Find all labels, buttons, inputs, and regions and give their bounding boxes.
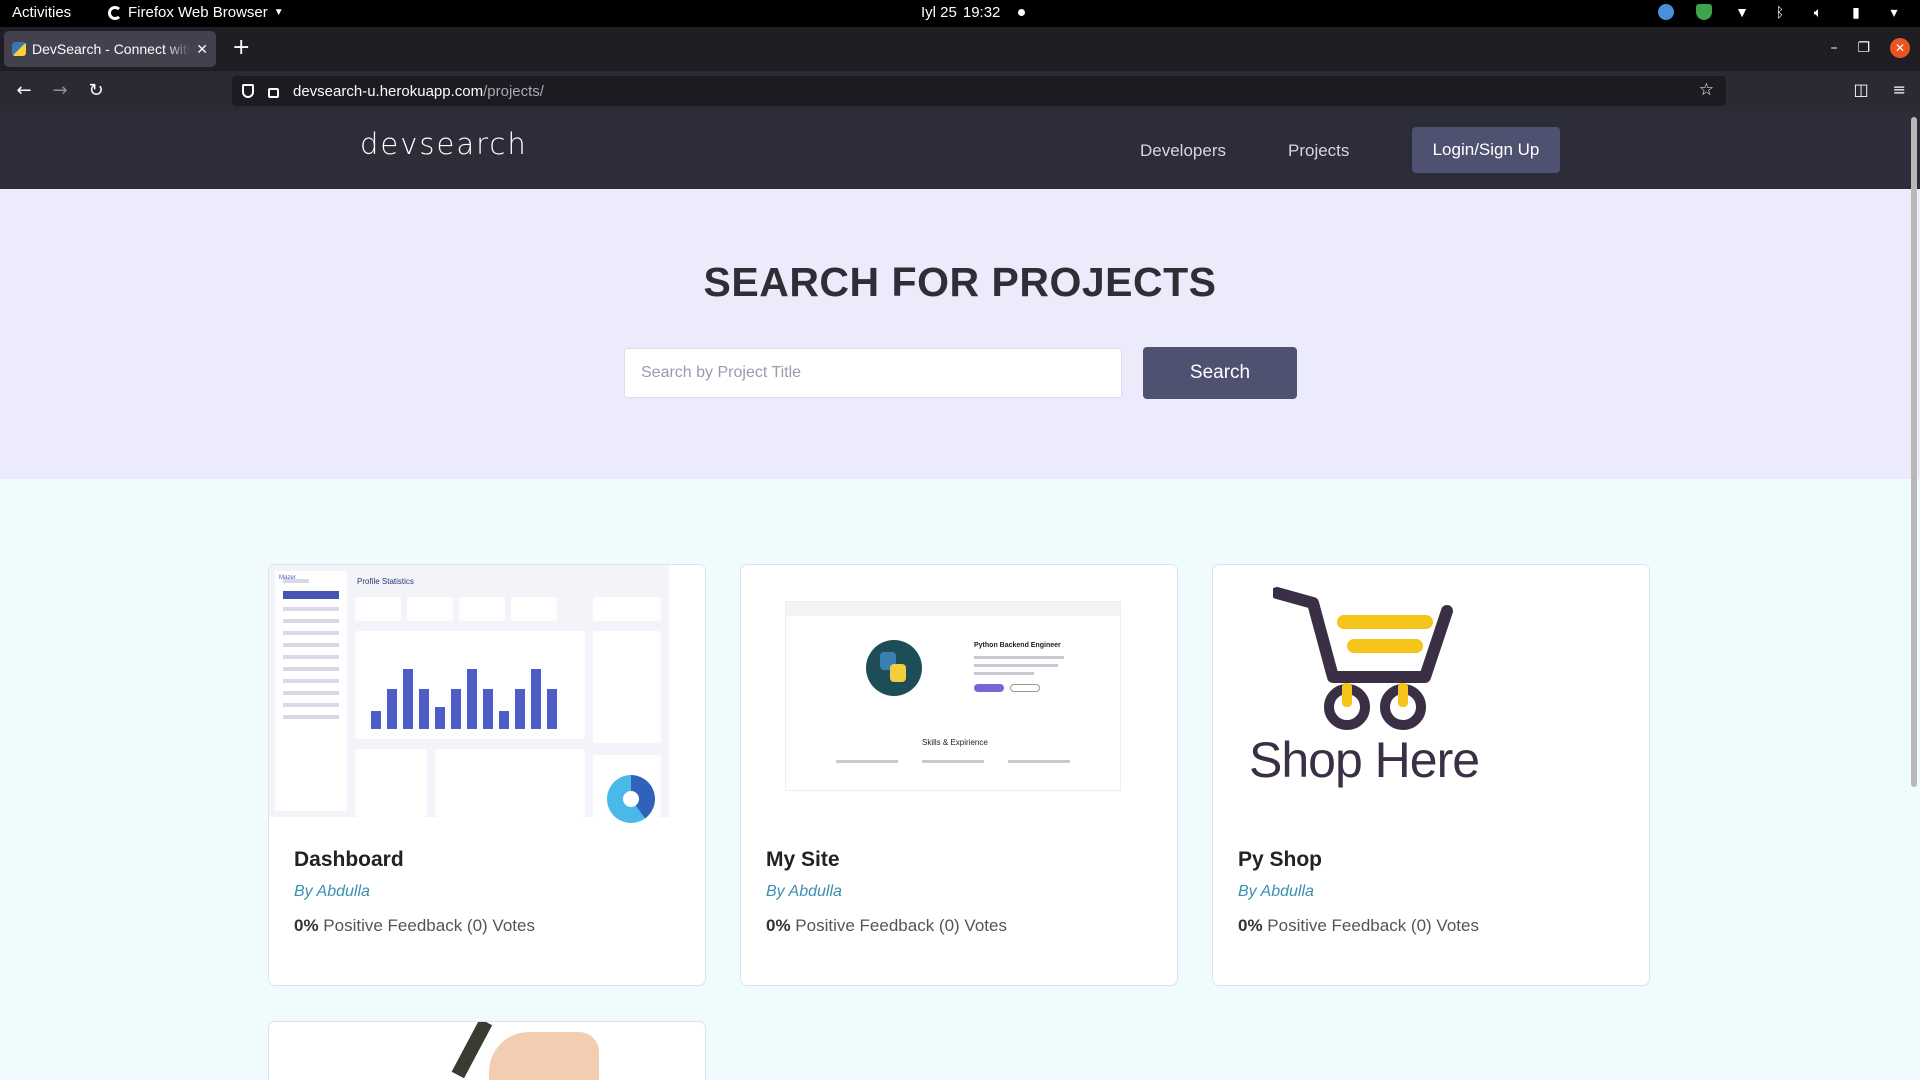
tracking-shield-icon[interactable] [242, 84, 254, 98]
shopping-cart-icon [1273, 587, 1453, 730]
project-feedback: 0% Positive Feedback (0) Votes [1238, 916, 1479, 936]
chevron-down-icon[interactable]: ▾ [1886, 4, 1902, 20]
nav-developers-link[interactable]: Developers [1140, 141, 1226, 161]
project-author[interactable]: By Abdulla [294, 883, 370, 901]
dashboard-preview-image: Profile Statistics Mazer [269, 565, 669, 823]
donut-chart-preview [607, 775, 655, 823]
shop-logo-text: Shop Here [1249, 732, 1480, 788]
project-card[interactable]: Shop Here Py Shop By Abdulla 0% Positive… [1212, 564, 1650, 986]
firefox-icon [108, 5, 122, 20]
tab-strip: DevSearch - Connect with Developers ✕ + … [0, 27, 1920, 71]
title-bold: PROJECTS [991, 259, 1217, 305]
minimize-icon[interactable]: – [1830, 40, 1837, 56]
python-favicon-icon [12, 42, 26, 56]
project-thumbnail[interactable]: Profile Statistics Mazer [269, 565, 705, 823]
window-controls: – ❐ ✕ [1830, 38, 1910, 58]
bluetooth-icon[interactable]: ᛒ [1772, 4, 1788, 20]
activities-button[interactable]: Activities [12, 4, 71, 21]
app-menu[interactable]: Firefox Web Browser ▼ [108, 4, 284, 21]
site-logo[interactable]: devsearch [360, 127, 528, 161]
project-feedback: 0% Positive Feedback (0) Votes [766, 916, 1007, 936]
notification-dot [1018, 9, 1026, 16]
wifi-icon[interactable]: ▼ [1734, 4, 1750, 20]
system-tray[interactable]: ▼ ᛒ 🔈︎ ▮ ▾ [1658, 4, 1902, 20]
pocket-icon[interactable]: ◫ [1853, 80, 1868, 99]
globe-icon[interactable] [1658, 4, 1674, 20]
project-thumbnail[interactable]: Shop Here [1213, 565, 1649, 817]
project-author[interactable]: By Abdulla [1238, 883, 1314, 901]
system-top-bar: Activities Firefox Web Browser ▼ Iyl 25 … [0, 0, 1920, 27]
date-label: Iyl 25 [921, 4, 957, 21]
dash-title: Profile Statistics [357, 577, 414, 586]
app-name: Firefox Web Browser [128, 4, 268, 21]
url-bar[interactable]: devsearch-u.herokuapp.com/projects/ ☆ [232, 76, 1726, 106]
page-title: SEARCH FOR PROJECTS [0, 259, 1920, 306]
feedback-text: Positive Feedback (0) Votes [1262, 916, 1479, 935]
project-card[interactable] [268, 1021, 706, 1080]
project-feedback: 0% Positive Feedback (0) Votes [294, 916, 535, 936]
page-scrollbar[interactable] [1911, 117, 1917, 787]
nav-projects-link[interactable]: Projects [1288, 141, 1349, 161]
feedback-percent: 0% [766, 916, 791, 935]
tab-title: DevSearch - Connect with Developers [32, 41, 190, 57]
page-viewport: devsearch Developers Projects Login/Sign… [0, 111, 1920, 1080]
site-heading: Python Backend Engineer [974, 642, 1061, 649]
window-close-button[interactable]: ✕ [1890, 38, 1910, 58]
url-host: devsearch-u.herokuapp.com [293, 82, 484, 100]
feedback-text: Positive Feedback (0) Votes [318, 916, 535, 935]
project-card[interactable]: Profile Statistics Mazer Dashboard By Ab… [268, 564, 706, 986]
battery-icon[interactable]: ▮ [1848, 4, 1864, 20]
browser-tab[interactable]: DevSearch - Connect with Developers ✕ [4, 31, 216, 67]
feedback-percent: 0% [1238, 916, 1263, 935]
close-icon[interactable]: ✕ [196, 41, 208, 58]
chevron-down-icon: ▼ [273, 7, 284, 18]
bar-chart-preview [355, 631, 585, 739]
clock[interactable]: Iyl 25 19:32 [921, 4, 1026, 21]
project-card[interactable]: Python Backend Engineer Skills & Expirie… [740, 564, 1178, 986]
lock-icon[interactable] [268, 88, 279, 98]
login-signup-button[interactable]: Login/Sign Up [1412, 127, 1560, 173]
project-author[interactable]: By Abdulla [766, 883, 842, 901]
pen-image [451, 1022, 493, 1079]
dash-brand: Mazer [279, 575, 296, 581]
back-button[interactable]: ← [12, 79, 36, 103]
hand-photo-image [489, 1032, 599, 1080]
shield-icon[interactable] [1696, 4, 1712, 20]
feedback-text: Positive Feedback (0) Votes [790, 916, 1007, 935]
project-title[interactable]: My Site [766, 848, 840, 872]
reload-button[interactable]: ↻ [84, 79, 108, 103]
browser-toolbar: ← → ↻ devsearch-u.herokuapp.com/projects… [0, 71, 1920, 111]
menu-icon[interactable]: ≡ [1893, 80, 1906, 99]
volume-icon[interactable]: 🔈︎ [1810, 4, 1826, 20]
project-thumbnail[interactable]: Python Backend Engineer Skills & Expirie… [741, 565, 1177, 817]
project-title[interactable]: Py Shop [1238, 848, 1322, 872]
search-input[interactable] [624, 348, 1122, 398]
project-title[interactable]: Dashboard [294, 848, 404, 872]
site-skills: Skills & Expirience [922, 738, 988, 747]
new-tab-button[interactable]: + [232, 36, 250, 60]
hero-section: SEARCH FOR PROJECTS Search [0, 189, 1920, 479]
title-prefix: SEARCH FOR [703, 259, 992, 305]
toolbar-right: ◫ ≡ [1853, 80, 1906, 99]
url-path: /projects/ [483, 82, 544, 100]
search-button[interactable]: Search [1143, 347, 1297, 399]
time-label: 19:32 [962, 4, 1001, 21]
bookmark-star-icon[interactable]: ☆ [1699, 80, 1714, 100]
mysite-preview-image: Python Backend Engineer Skills & Expirie… [785, 601, 1121, 791]
site-header: devsearch Developers Projects Login/Sign… [0, 111, 1920, 189]
python-logo-icon [866, 640, 922, 696]
restore-icon[interactable]: ❐ [1857, 40, 1870, 56]
feedback-percent: 0% [294, 916, 319, 935]
forward-button[interactable]: → [48, 79, 72, 103]
